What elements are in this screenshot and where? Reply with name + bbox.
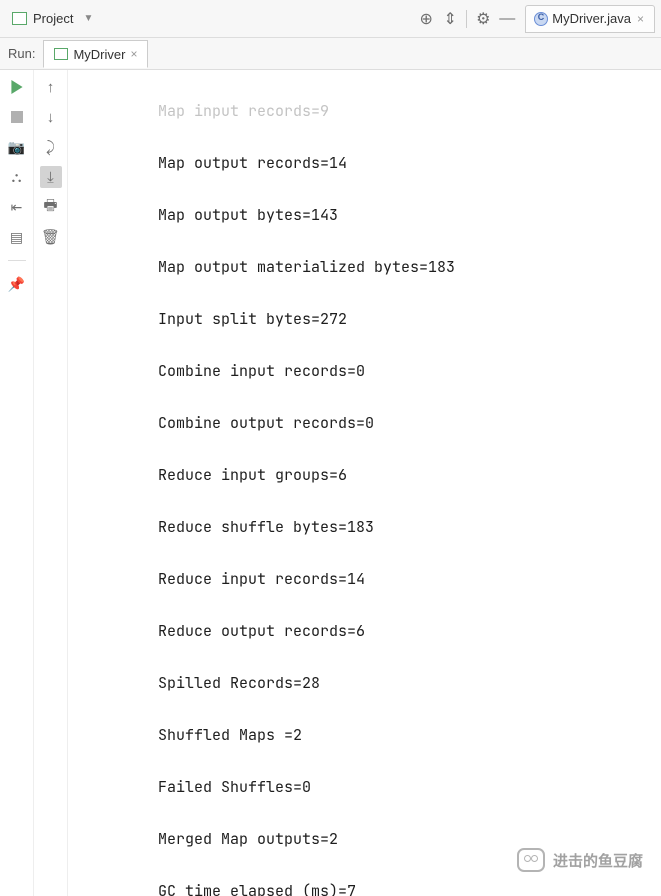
camera-icon[interactable]: 📷 — [6, 136, 28, 158]
run-label: Run: — [8, 46, 35, 61]
trash-icon[interactable]: 🗑 — [40, 226, 62, 248]
java-class-icon — [534, 12, 548, 26]
console-line: Reduce input groups=6 — [82, 462, 653, 488]
gear-icon[interactable]: ⚙ — [471, 7, 495, 31]
run-tab[interactable]: MyDriver × — [43, 40, 148, 68]
minimize-icon[interactable]: — — [495, 7, 519, 31]
close-icon[interactable]: × — [635, 12, 646, 26]
soft-wrap-icon[interactable]: ⤸ — [40, 136, 62, 158]
project-label: Project — [33, 11, 73, 26]
chevron-down-icon: ▼ — [83, 13, 93, 24]
stop-button[interactable] — [6, 106, 28, 128]
console-output[interactable]: Map input records=9 Map output records=1… — [68, 70, 661, 896]
console-line: Input split bytes=272 — [82, 306, 653, 332]
main-toolbar: Project ▼ ⊕ ⇕ ⚙ — MyDriver.java × — [0, 0, 661, 38]
console-line: Combine output records=0 — [82, 410, 653, 436]
run-config-icon — [54, 48, 68, 60]
rerun-button[interactable] — [6, 76, 28, 98]
target-icon[interactable]: ⊕ — [414, 7, 438, 31]
up-arrow-icon[interactable]: ↑ — [40, 76, 62, 98]
run-right-gutter: ↑ ↓ ⤸ ⤓ 🖶 🗑 — [34, 70, 68, 896]
collapse-icon[interactable]: ⇕ — [438, 7, 462, 31]
wechat-icon — [517, 848, 545, 872]
console-line: Map output bytes=143 — [82, 202, 653, 228]
run-body: 📷 ⛬ ⇤ ▤ 📌 ↑ ↓ ⤸ ⤓ 🖶 🗑 Map input records=… — [0, 70, 661, 896]
console-line: Reduce shuffle bytes=183 — [82, 514, 653, 540]
pin-icon[interactable]: 📌 — [6, 273, 28, 295]
project-icon — [12, 12, 27, 25]
print-icon[interactable]: 🖶 — [40, 196, 62, 218]
run-header: Run: MyDriver × — [0, 38, 661, 70]
scroll-to-end-icon[interactable]: ⤓ — [40, 166, 62, 188]
console-line: Shuffled Maps =2 — [82, 722, 653, 748]
editor-tab[interactable]: MyDriver.java × — [525, 5, 655, 33]
console-line: GC time elapsed (ms)=7 — [82, 878, 653, 896]
close-icon[interactable]: × — [130, 47, 137, 61]
console-line: Failed Shuffles=0 — [82, 774, 653, 800]
console-line: Map output records=14 — [82, 150, 653, 176]
console-line: Spilled Records=28 — [82, 670, 653, 696]
exit-icon[interactable]: ⇤ — [6, 196, 28, 218]
run-tab-label: MyDriver — [73, 47, 125, 62]
console-line: Map output materialized bytes=183 — [82, 254, 653, 280]
editor-tab-label: MyDriver.java — [552, 11, 631, 26]
console-line: Combine input records=0 — [82, 358, 653, 384]
console-line: Map input records=9 — [82, 98, 653, 124]
console-line: Reduce input records=14 — [82, 566, 653, 592]
project-selector[interactable]: Project ▼ — [6, 7, 99, 30]
down-arrow-icon[interactable]: ↓ — [40, 106, 62, 128]
watermark: 进击的鱼豆腐 — [517, 848, 643, 872]
run-left-gutter: 📷 ⛬ ⇤ ▤ 📌 — [0, 70, 34, 896]
console-line: Reduce output records=6 — [82, 618, 653, 644]
watermark-text: 进击的鱼豆腐 — [553, 850, 643, 871]
layout-icon[interactable]: ▤ — [6, 226, 28, 248]
debug-icon[interactable]: ⛬ — [6, 166, 28, 188]
